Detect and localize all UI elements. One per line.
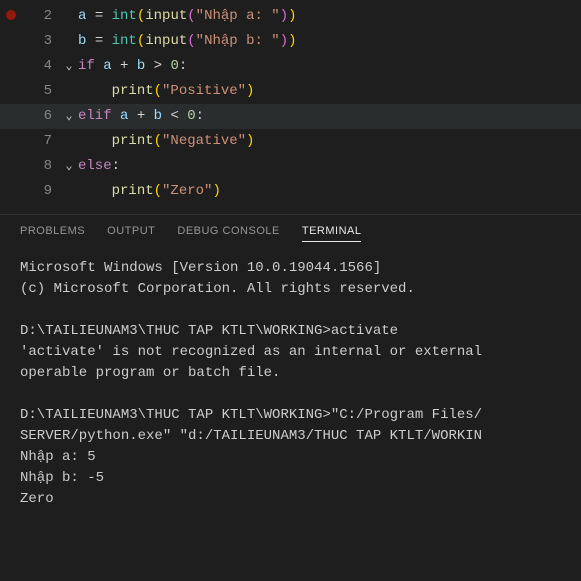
code-line[interactable]: 9 print("Zero") (0, 179, 581, 204)
code-line[interactable]: 7 print("Negative") (0, 129, 581, 154)
code-content[interactable]: a = int(input("Nhập a: ")) (78, 4, 581, 29)
tab-debug-console[interactable]: DEBUG CONSOLE (177, 225, 279, 242)
terminal-line: Zero (20, 489, 561, 510)
tab-output[interactable]: OUTPUT (107, 225, 155, 242)
terminal-line: Nhập b: -5 (20, 468, 561, 489)
code-editor[interactable]: 2a = int(input("Nhập a: "))3 b = int(inpu… (0, 0, 581, 204)
code-content[interactable]: print("Zero") (78, 179, 581, 204)
code-line[interactable]: 3 b = int(input("Nhập b: ")) (0, 29, 581, 54)
terminal-line: Microsoft Windows [Version 10.0.19044.15… (20, 258, 561, 279)
terminal-line: D:\TAILIEUNAM3\THUC TAP KTLT\WORKING>"C:… (20, 405, 561, 426)
code-line[interactable]: 8⌄else: (0, 154, 581, 179)
line-number: 3 (0, 29, 60, 54)
line-number: 7 (0, 129, 60, 154)
terminal-line (20, 384, 561, 405)
line-number: 4 (0, 54, 60, 79)
bottom-panel: PROBLEMS OUTPUT DEBUG CONSOLE TERMINAL M… (0, 215, 581, 518)
breakpoint-indicator[interactable] (6, 10, 16, 20)
code-content[interactable]: if a + b > 0: (78, 54, 581, 79)
terminal-line (20, 300, 561, 321)
tab-terminal[interactable]: TERMINAL (302, 225, 362, 242)
code-content[interactable]: elif a + b < 0: (78, 104, 581, 129)
code-content[interactable]: print("Negative") (78, 129, 581, 154)
terminal-line: D:\TAILIEUNAM3\THUC TAP KTLT\WORKING>act… (20, 321, 561, 342)
fold-icon[interactable]: ⌄ (60, 104, 78, 129)
tab-problems[interactable]: PROBLEMS (20, 225, 85, 242)
code-content[interactable]: b = int(input("Nhập b: ")) (78, 29, 581, 54)
code-line[interactable]: 4⌄if a + b > 0: (0, 54, 581, 79)
fold-icon[interactable]: ⌄ (60, 154, 78, 179)
code-content[interactable]: print("Positive") (78, 79, 581, 104)
line-number: 5 (0, 79, 60, 104)
terminal-output[interactable]: Microsoft Windows [Version 10.0.19044.15… (0, 250, 581, 518)
terminal-line: SERVER/python.exe" "d:/TAILIEUNAM3/THUC … (20, 426, 561, 447)
line-number: 9 (0, 179, 60, 204)
panel-tabs: PROBLEMS OUTPUT DEBUG CONSOLE TERMINAL (0, 215, 581, 250)
code-line[interactable]: 6⌄elif a + b < 0: (0, 104, 581, 129)
line-number: 6 (0, 104, 60, 129)
line-number: 8 (0, 154, 60, 179)
terminal-line: Nhập a: 5 (20, 447, 561, 468)
terminal-line: 'activate' is not recognized as an inter… (20, 342, 561, 363)
terminal-line: (c) Microsoft Corporation. All rights re… (20, 279, 561, 300)
terminal-line: operable program or batch file. (20, 363, 561, 384)
code-content[interactable]: else: (78, 154, 581, 179)
code-line[interactable]: 5 print("Positive") (0, 79, 581, 104)
fold-icon[interactable]: ⌄ (60, 54, 78, 79)
code-line[interactable]: 2a = int(input("Nhập a: ")) (0, 4, 581, 29)
